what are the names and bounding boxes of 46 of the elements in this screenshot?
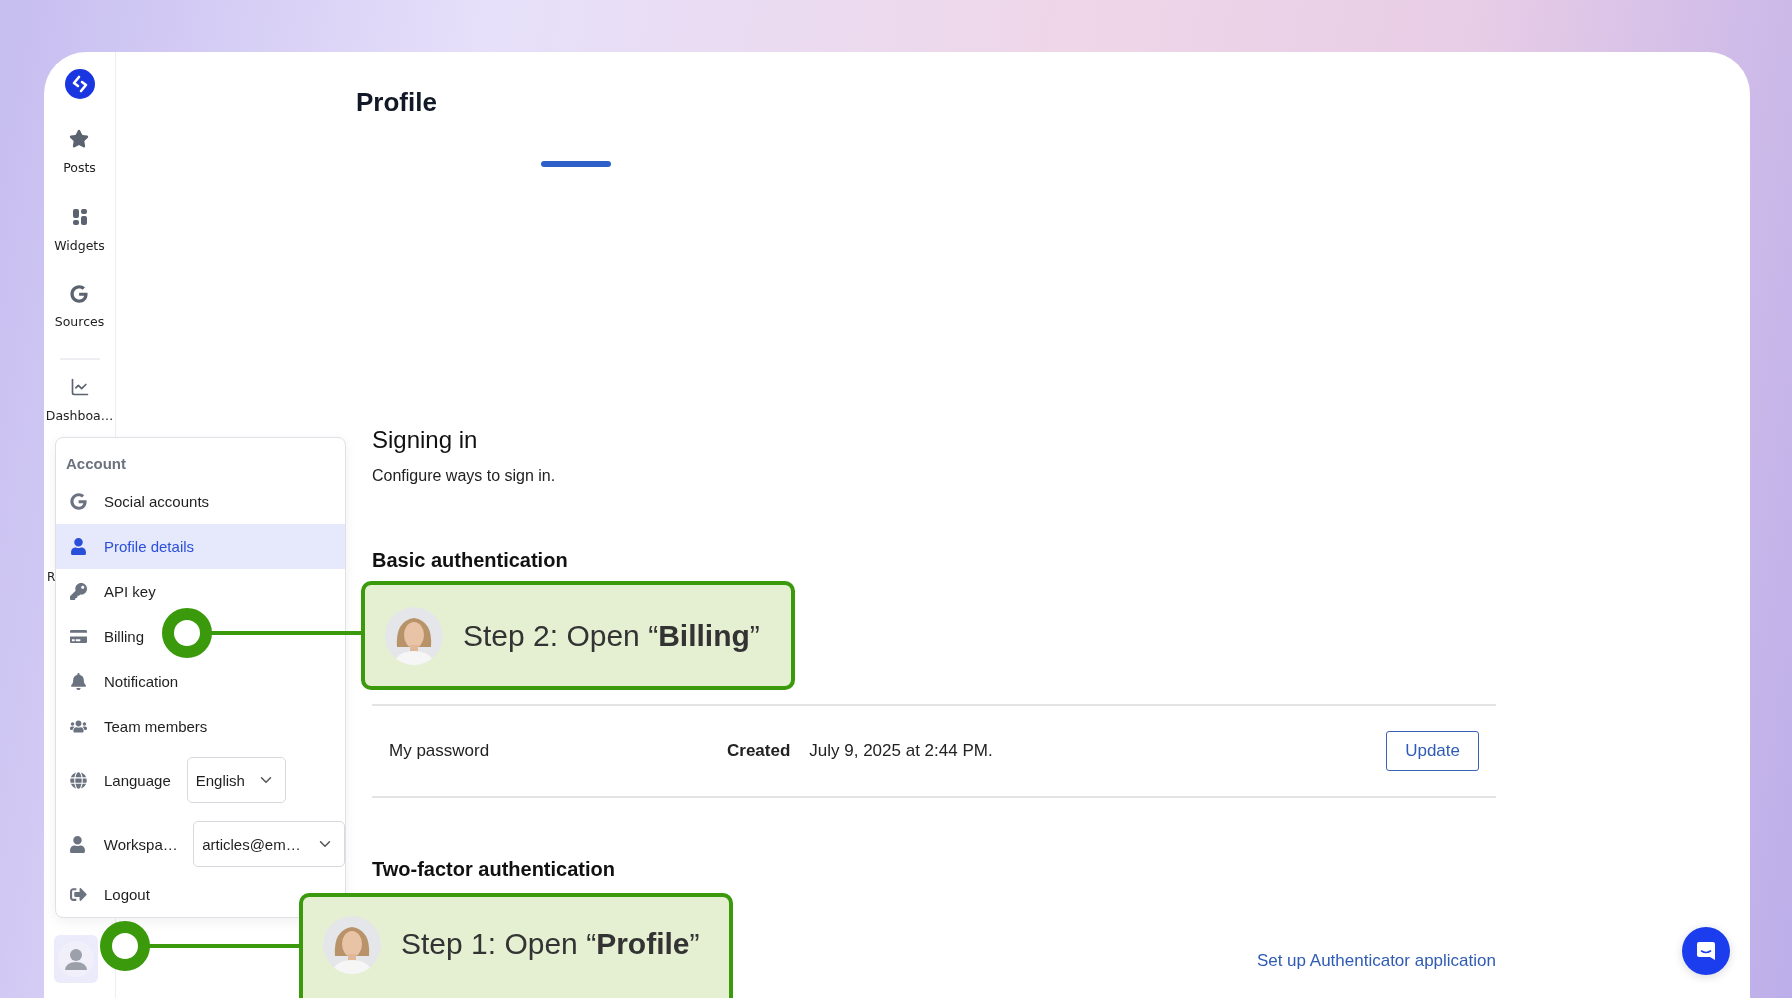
menu-item[interactable]: Team members: [56, 704, 345, 749]
user-icon: [69, 835, 87, 853]
password-label: My password: [389, 741, 491, 761]
credit-card-icon: [69, 628, 87, 645]
nav-label: R: [47, 570, 56, 584]
nav-label[interactable]: Widgets: [54, 238, 105, 254]
bell-icon: [69, 673, 87, 690]
star-icon[interactable]: [69, 129, 90, 149]
key-icon: [69, 583, 87, 600]
nav-label[interactable]: Sources: [54, 314, 105, 330]
g-logo-icon[interactable]: [70, 285, 89, 303]
language-select[interactable]: English: [186, 757, 286, 803]
menu-item[interactable]: Notification: [56, 659, 345, 704]
created-date: July 9, 2025 at 2:44 PM.: [809, 741, 993, 761]
users-icon: [69, 718, 87, 735]
menu-item[interactable]: Billing: [56, 614, 345, 659]
workspace-label: Workspa…: [103, 835, 178, 853]
chat-button[interactable]: [1682, 927, 1730, 975]
page-title: Profile: [356, 86, 437, 118]
g-logo-icon: [69, 493, 87, 510]
menu-item[interactable]: Profile details: [56, 524, 345, 569]
logout-icon: [69, 885, 87, 903]
authenticator-link[interactable]: Set up Authenticator application: [1256, 951, 1496, 971]
chat-icon: [1694, 939, 1718, 963]
nav-label[interactable]: Dashboa…: [45, 408, 114, 424]
step-text: Step 1: Open “Profile”: [401, 926, 700, 962]
language-label: Language: [104, 771, 171, 789]
created-label: Created: [727, 741, 791, 761]
section-title: Two-factor authentication: [372, 857, 615, 882]
menu-item[interactable]: Logout: [56, 875, 164, 913]
step-text: Step 2: Open “Billing”: [463, 617, 760, 654]
nav-label[interactable]: Posts: [63, 160, 96, 176]
ring-marker: [100, 921, 150, 971]
section-title: Signing in: [372, 425, 478, 455]
section-title: Basic authentication: [372, 548, 568, 573]
menu-item[interactable]: API key: [56, 569, 345, 614]
section-description: Configure ways to sign in.: [372, 466, 556, 486]
tab-indicator: [541, 161, 611, 167]
update-button[interactable]: Update: [1386, 731, 1479, 771]
user-icon: [69, 538, 87, 555]
workspace-select[interactable]: articles@em…: [193, 821, 345, 867]
logo-icon[interactable]: [64, 69, 95, 99]
line-chart-icon[interactable]: [69, 377, 90, 397]
menu-item[interactable]: Social accounts: [56, 479, 345, 524]
globe-icon: [69, 771, 87, 789]
menu-heading: Account: [65, 454, 126, 474]
